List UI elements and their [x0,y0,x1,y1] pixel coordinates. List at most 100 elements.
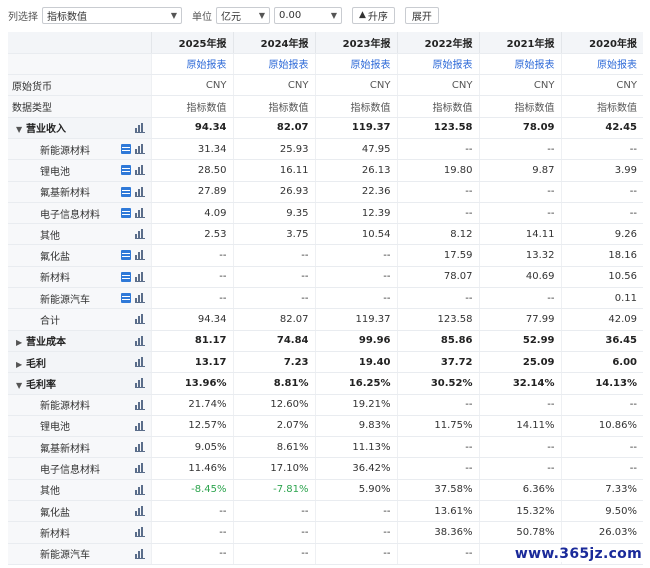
bar-chart-icon[interactable] [134,463,145,474]
row-label[interactable]: ▼ 毛利率 [8,372,151,395]
bar-chart-icon[interactable] [134,356,145,367]
table-row: 锂电池 12.57% 2.07% 9.83% 11.75% 14.11% 10.86% [8,415,643,438]
row-icons [134,420,145,431]
bar-chart-icon[interactable] [134,122,145,133]
value-cell: 2.53 [150,223,233,246]
collapse-icon[interactable]: ▼ [16,125,26,134]
row-label-text: 新能源材料 [40,401,90,413]
bar-chart-icon[interactable] [134,271,145,282]
value-cell: 37.72 [396,351,479,374]
value-cell: 15.32% [478,500,561,523]
value-cell: 7.33% [560,479,643,502]
value-cell: -- [560,138,643,161]
bar-chart-icon[interactable] [134,484,145,495]
table-row: 新能源材料 31.34 25.93 47.95 -- -- -- [8,138,643,161]
value-cell: -- [396,543,479,565]
source-report-link[interactable]: 原始报表 [232,53,315,76]
value-cell: 13.32 [478,244,561,267]
row-label: 新材料 [8,266,151,289]
source-report-link[interactable]: 原始报表 [314,53,397,76]
value-cell: 13.17 [150,351,233,374]
table-detail-icon[interactable] [120,250,131,261]
expand-icon[interactable]: ▶ [16,360,26,369]
row-label-text: 营业收入 [26,124,66,136]
bar-chart-icon[interactable] [134,314,145,325]
row-label[interactable]: ▶ 营业成本 [8,330,151,352]
source-report-link[interactable]: 原始报表 [478,53,561,76]
value-cell: 22.36 [314,181,397,203]
value-cell: -- [396,138,479,161]
value-cell: 74.84 [232,330,315,352]
value-cell: -7.81% [232,479,315,502]
bar-chart-icon[interactable] [134,293,145,304]
value-cell: 119.37 [314,117,397,139]
table-detail-icon[interactable] [120,186,131,197]
bar-chart-icon[interactable] [134,335,145,346]
source-report-link[interactable]: 原始报表 [560,53,643,76]
source-report-link[interactable]: 原始报表 [396,53,479,76]
collapse-icon[interactable]: ▼ [16,381,26,390]
value-cell: -- [560,394,643,416]
value-cell: -- [232,266,315,289]
row-label-text: 新能源汽车 [40,550,90,562]
table-detail-icon[interactable] [120,293,131,304]
bar-chart-icon[interactable] [134,527,145,538]
bar-chart-icon[interactable] [134,506,145,517]
table-detail-icon[interactable] [120,165,131,176]
value-cell: -- [232,543,315,565]
bar-chart-icon[interactable] [134,186,145,197]
value-cell: 123.58 [396,117,479,139]
bar-chart-icon[interactable] [134,548,145,559]
value-cell: CNY [560,74,643,97]
row-icons [134,314,145,325]
bar-chart-icon[interactable] [134,229,145,240]
value-cell: 123.58 [396,308,479,331]
source-report-link[interactable]: 原始报表 [150,53,233,76]
value-cell: 10.54 [314,223,397,246]
value-cell: 10.56 [560,266,643,289]
value-cell: -- [560,181,643,203]
row-label: 新能源材料 [8,138,151,161]
row-label-text: 合计 [40,316,60,327]
bar-chart-icon[interactable] [134,442,145,453]
table-detail-icon[interactable] [120,271,131,282]
row-label-text: 新材料 [40,528,70,540]
value-cell: 77.99 [478,308,561,331]
value-cell: -- [232,244,315,267]
row-label: 锂电池 [8,415,151,438]
bar-chart-icon[interactable] [134,378,145,389]
sort-ascending-button[interactable]: ▲ 升序 [352,6,395,24]
value-cell: 32.14% [478,372,561,395]
sort-arrow-icon: ▲ [359,10,366,20]
expand-button[interactable]: 展开 [404,6,439,24]
bar-chart-icon[interactable] [134,165,145,176]
toolbar: 列选择 指标数值 ▼ 单位 亿元 ▼ 0.00 ▼ ▲ 升序 展开 [0,0,650,30]
value-cell: -- [150,287,233,310]
decimal-select-dropdown[interactable]: 0.00 ▼ [274,6,342,24]
unit-select-dropdown[interactable]: 亿元 ▼ [216,6,270,24]
bar-chart-icon[interactable] [134,420,145,431]
bar-chart-icon[interactable] [134,399,145,410]
row-label-text: 氟化盐 [40,507,70,519]
row-label[interactable]: ▶ 毛利 [8,351,151,374]
table-detail-icon[interactable] [120,207,131,218]
bar-chart-icon[interactable] [134,250,145,261]
table-row: 氟化盐 -- -- -- 17.59 13.32 18.16 [8,244,643,267]
group-row: ▼ 毛利率 13.96% 8.81% 16.25% 30.52% 32.14% 14.13% [8,372,643,395]
value-cell: 0.11 [560,287,643,310]
bar-chart-icon[interactable] [134,143,145,154]
value-cell: 52.99 [478,330,561,352]
value-cell: 14.11% [478,415,561,438]
row-label[interactable]: ▼ 营业收入 [8,117,151,139]
table-row: 氟基新材料 9.05% 8.61% 11.13% -- -- -- [8,436,643,459]
unit-select-value: 亿元 [221,11,241,23]
expand-icon[interactable]: ▶ [16,338,26,347]
row-label-text: 毛利 [26,358,46,370]
bar-chart-icon[interactable] [134,207,145,218]
row-icons [134,335,145,346]
row-label-text: 氟基新材料 [40,443,90,455]
table-detail-icon[interactable] [120,143,131,154]
value-cell: -- [478,436,561,459]
column-select-dropdown[interactable]: 指标数值 ▼ [42,6,182,24]
value-cell: -- [150,543,233,565]
